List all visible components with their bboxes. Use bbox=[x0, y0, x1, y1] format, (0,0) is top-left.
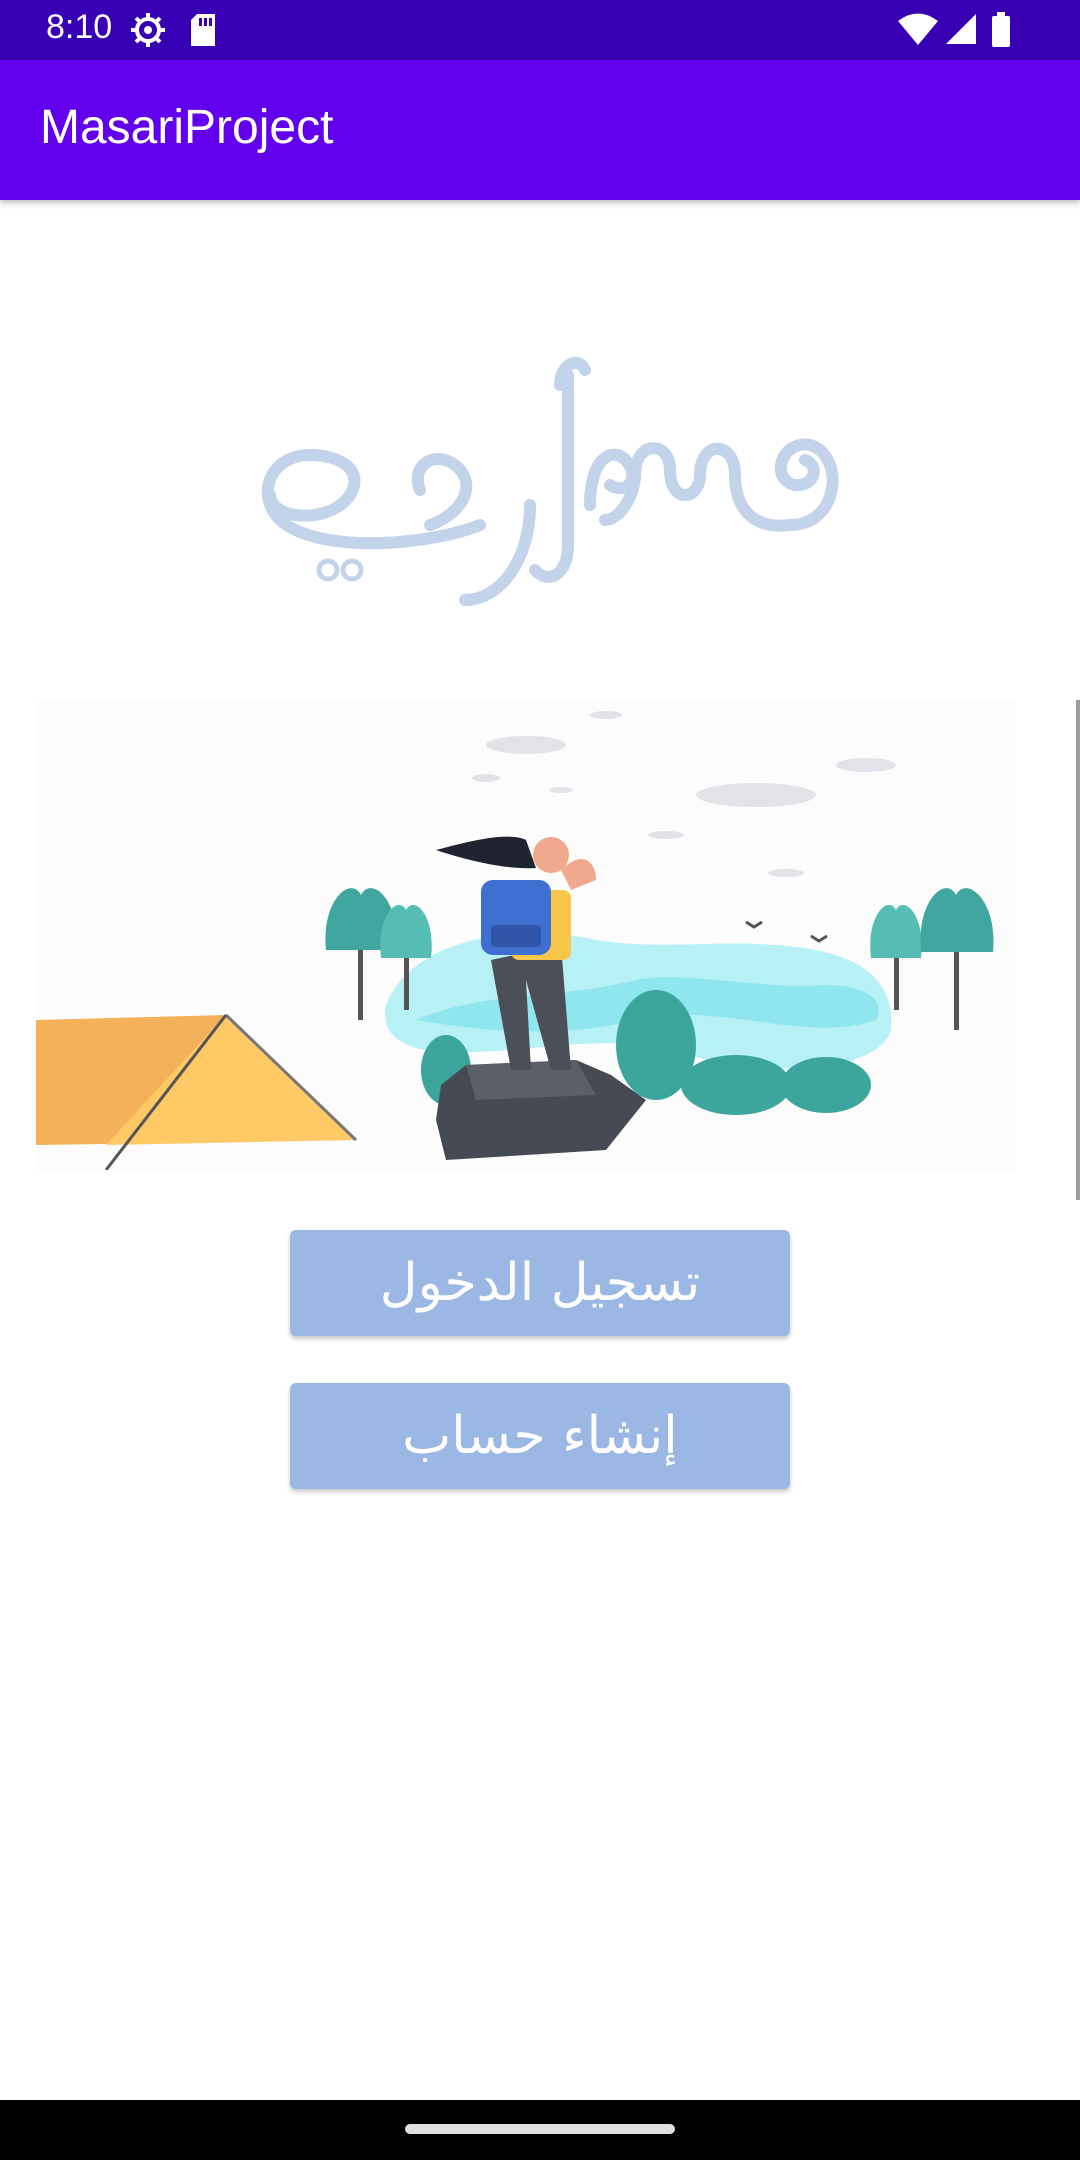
wifi-icon bbox=[898, 13, 938, 45]
masari-logo bbox=[261, 356, 839, 606]
sd-card-icon bbox=[191, 14, 215, 46]
signal-icon bbox=[946, 14, 976, 44]
status-time: 8:10 bbox=[46, 8, 113, 46]
hiker-camping-illustration bbox=[36, 700, 1016, 1170]
settings-icon bbox=[131, 13, 165, 47]
battery-icon bbox=[992, 12, 1010, 47]
create-account-button[interactable]: إنشاء حساب bbox=[290, 1383, 790, 1489]
status-bar: 8:10 bbox=[0, 0, 1080, 60]
login-button[interactable]: تسجيل الدخول bbox=[290, 1230, 790, 1336]
home-gesture-handle[interactable] bbox=[405, 2124, 675, 2134]
scroll-edge-indicator bbox=[1076, 700, 1080, 1200]
app-title: MasariProject bbox=[40, 101, 334, 154]
app-bar: MasariProject bbox=[0, 60, 1080, 200]
